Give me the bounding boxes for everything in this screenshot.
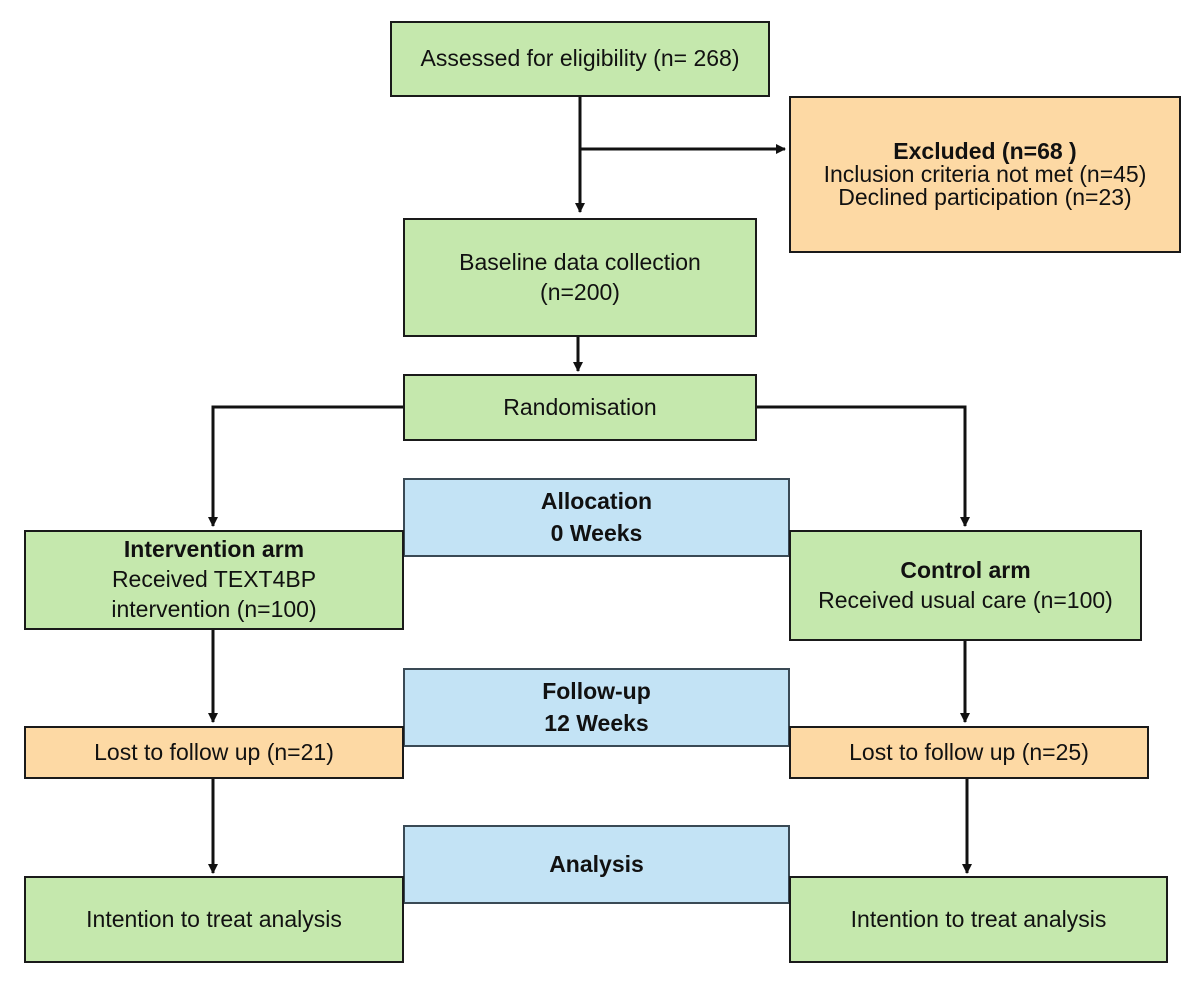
intervention-arm-desc-2: intervention (n=100) (111, 595, 317, 622)
baseline-count: (n=200) (540, 278, 620, 305)
randomisation-label: Randomisation (503, 393, 657, 420)
lost-intervention-label: Lost to follow up (n=21) (94, 738, 334, 765)
phase-analysis-box: Analysis (403, 825, 790, 904)
intervention-arm-box: Intervention arm Received TEXT4BP interv… (24, 530, 404, 630)
phase-follow-up-box: Follow-up 12 Weeks (403, 668, 790, 747)
phase-allocation-title: Allocation (540, 488, 653, 515)
excluded-title: Excluded (n=68 ) (893, 138, 1077, 164)
lost-to-follow-up-control-box: Lost to follow up (n=25) (789, 726, 1149, 779)
itt-control-label: Intention to treat analysis (850, 905, 1107, 932)
itt-intervention-label: Intention to treat analysis (86, 905, 342, 932)
itt-control-box: Intention to treat analysis (789, 876, 1168, 963)
intervention-arm-title: Intervention arm (123, 536, 305, 563)
assessed-label: Assessed for eligibility (n= 268) (420, 45, 740, 72)
excluded-box: Excluded (n=68 ) Inclusion criteria not … (789, 96, 1181, 253)
itt-intervention-box: Intention to treat analysis (24, 876, 404, 963)
phase-allocation-weeks: 0 Weeks (550, 519, 643, 546)
phase-analysis-title: Analysis (549, 850, 644, 877)
arrow-randomisation-to-intervention (208, 405, 404, 527)
randomisation-box: Randomisation (403, 374, 757, 441)
control-arm-desc: Received usual care (n=100) (818, 586, 1113, 613)
control-arm-box: Control arm Received usual care (n=100) (789, 530, 1142, 641)
phase-allocation-box: Allocation 0 Weeks (403, 478, 790, 557)
lost-control-label: Lost to follow up (n=25) (849, 738, 1089, 765)
assessed-for-eligibility-box: Assessed for eligibility (n= 268) (390, 21, 770, 97)
baseline-label: Baseline data collection (459, 248, 701, 275)
phase-follow-up-weeks: 12 Weeks (544, 709, 649, 736)
baseline-data-box: Baseline data collection (n=200) (403, 218, 757, 337)
intervention-arm-desc-1: Received TEXT4BP (111, 566, 317, 593)
phase-follow-up-title: Follow-up (542, 678, 651, 705)
control-arm-title: Control arm (900, 556, 1031, 583)
excluded-reason-criteria: Inclusion criteria not met (n=45) (823, 161, 1147, 187)
lost-to-follow-up-intervention-box: Lost to follow up (n=21) (24, 726, 404, 779)
excluded-reason-declined: Declined participation (n=23) (838, 184, 1132, 210)
